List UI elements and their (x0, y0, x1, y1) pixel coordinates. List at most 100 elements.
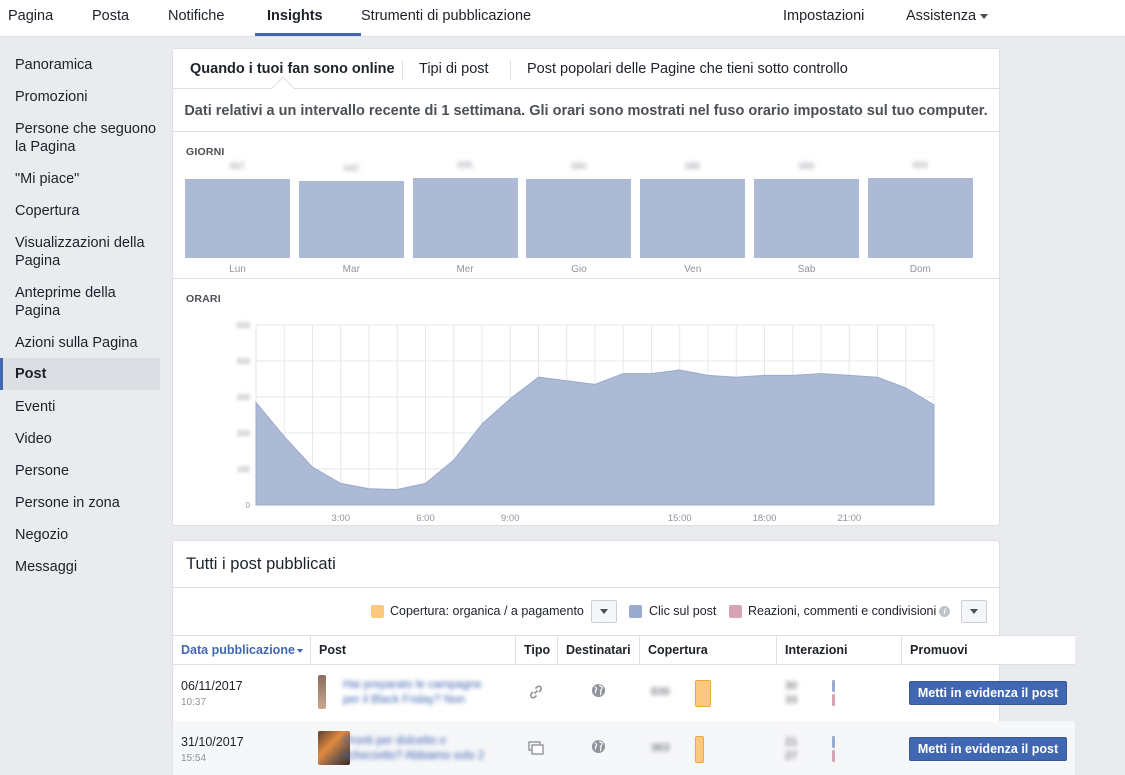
tab-separator (402, 60, 403, 80)
insights-tabs: Quando i tuoi fan sono online Tipi di po… (173, 49, 999, 100)
top-navigation: Pagina Posta Notifiche Insights Strument… (0, 0, 1125, 37)
chevron-down-icon (980, 13, 989, 19)
day-bar-mar[interactable] (298, 181, 404, 258)
reach-value: 363 (651, 742, 670, 754)
legend-swatch-clicks (629, 605, 642, 618)
boost-post-button[interactable]: Metti in evidenza il post (909, 737, 1067, 761)
nav-tab-posta[interactable]: Posta (92, 0, 129, 37)
posts-table-header: Data pubblicazione Post Tipo Destinatari… (173, 635, 1075, 665)
sidebar-item-copertura[interactable]: Copertura (0, 202, 160, 220)
boost-post-button[interactable]: Metti in evidenza il post (909, 681, 1067, 705)
sidebar-item-eventi[interactable]: Eventi (0, 398, 160, 416)
column-header-date[interactable]: Data pubblicazione (173, 636, 311, 664)
day-bar-mer[interactable] (412, 178, 518, 258)
tab-popular-posts[interactable]: Post popolari delle Pagine che tieni sot… (527, 49, 848, 89)
reactions-value: 33 (785, 694, 798, 706)
day-bar-sab[interactable] (754, 179, 859, 258)
hours-area-chart: 0 100 200 300 400 500 3:00 6:00 9:00 15:00 18:00 21… (237, 321, 935, 524)
x-tick-label: 3:00 (332, 513, 351, 524)
day-value-label: 694 (912, 160, 928, 170)
y-tick-label: 500 (237, 321, 251, 330)
day-label: Ven (684, 264, 702, 275)
column-header-post[interactable]: Post (310, 636, 516, 664)
sidebar-item-negozio[interactable]: Negozio (0, 526, 160, 544)
day-value-label: 667 (229, 161, 246, 171)
post-thumbnail[interactable] (318, 675, 326, 709)
day-value-label: 642 (343, 163, 359, 173)
y-tick-label: 0 (246, 501, 251, 510)
tab-separator (510, 60, 511, 80)
column-header-reach[interactable]: Copertura (639, 636, 777, 664)
x-tick-label: 18:00 (753, 513, 777, 524)
x-tick-label: 21:00 (837, 513, 861, 524)
post-text-link[interactable]: Pronti per dolcetto o scherzetto? Abbiam… (343, 734, 498, 764)
hours-area-series (255, 369, 935, 506)
sidebar-item-mi-piace[interactable]: "Mi piace" (0, 170, 160, 188)
sidebar-item-messaggi[interactable]: Messaggi (0, 558, 160, 576)
column-header-interactions[interactable]: Interazioni (776, 636, 902, 664)
tab-fans-online[interactable]: Quando i tuoi fan sono online (190, 49, 395, 89)
sort-down-icon (296, 648, 303, 653)
column-header-type[interactable]: Tipo (515, 636, 558, 664)
sidebar-item-azioni[interactable]: Azioni sulla Pagina (0, 334, 160, 352)
day-label: Lun (229, 264, 246, 275)
sidebar-item-persone-che-seguono[interactable]: Persone che seguono la Pagina (0, 120, 160, 156)
day-bar-dom[interactable] (867, 178, 973, 258)
reach-value: 839 (651, 686, 670, 698)
post-date: 06/11/2017 (181, 679, 243, 693)
posts-panel-title: Tutti i post pubblicati (186, 555, 336, 573)
post-text-link[interactable]: Hai preparato le campagne per il Black F… (343, 678, 498, 708)
nav-tab-pagina[interactable]: Pagina (8, 0, 53, 37)
nav-tab-insights[interactable]: Insights (267, 0, 323, 37)
sidebar-item-video[interactable]: Video (0, 430, 160, 448)
post-date: 31/10/2017 (181, 735, 244, 749)
chevron-down-icon (600, 609, 608, 614)
link-icon (530, 685, 542, 699)
day-value-label: 686 (685, 161, 701, 171)
day-value-label: 695 (457, 160, 473, 170)
sidebar-item-persone-in-zona[interactable]: Persone in zona (0, 494, 160, 512)
day-value-label: 689 (798, 161, 815, 171)
reactions-bar (832, 694, 835, 706)
sidebar-item-panoramica[interactable]: Panoramica (0, 56, 160, 74)
legend-reach: Copertura: organica / a pagamento (390, 604, 584, 618)
day-bar-gio[interactable] (526, 179, 632, 258)
y-tick-label: 400 (237, 357, 251, 366)
day-label: Mar (342, 264, 360, 275)
table-row[interactable]: 06/11/2017 10:37 Hai preparato le campag… (173, 665, 1075, 721)
nav-tab-notifiche[interactable]: Notifiche (168, 0, 224, 37)
active-tab-indicator (255, 33, 361, 36)
clicks-bar (832, 680, 835, 692)
column-header-promote: Promuovi (901, 636, 1075, 664)
sidebar-item-post[interactable]: Post (0, 358, 160, 390)
reactions-value: 27 (785, 750, 798, 762)
nav-tab-strumenti[interactable]: Strumenti di pubblicazione (361, 0, 531, 37)
sidebar-item-anteprime[interactable]: Anteprime della Pagina (0, 284, 160, 320)
day-value-label: 684 (571, 161, 587, 171)
help-menu[interactable]: Assistenza (906, 0, 989, 37)
day-label: Sab (797, 264, 816, 275)
reach-bar (695, 736, 704, 763)
day-label: Mer (456, 264, 474, 275)
table-row[interactable]: 31/10/2017 15:54 Pronti per dolcetto o s… (173, 721, 1075, 775)
settings-link[interactable]: Impostazioni (783, 0, 864, 37)
post-time: 10:37 (181, 697, 207, 708)
hours-section-label: ORARI (186, 293, 221, 305)
day-bar-lun[interactable] (185, 179, 290, 258)
tab-post-types[interactable]: Tipi di post (419, 49, 489, 89)
reach-metric-dropdown[interactable] (591, 600, 617, 623)
y-tick-label: 100 (237, 465, 251, 474)
section-divider (173, 587, 999, 588)
legend-reactions-label: Reazioni, commenti e condivisioni (748, 604, 937, 618)
sidebar-item-visualizzazioni[interactable]: Visualizzazioni della Pagina (0, 234, 160, 270)
info-icon[interactable]: i (939, 606, 951, 618)
globe-icon (591, 683, 606, 698)
sidebar-item-persone[interactable]: Persone (0, 462, 160, 480)
sidebar-item-promozioni[interactable]: Promozioni (0, 88, 160, 106)
clicks-bar (832, 736, 835, 748)
day-bar-ven[interactable] (640, 179, 746, 258)
interactions-metric-dropdown[interactable] (961, 600, 987, 623)
section-divider (173, 278, 999, 279)
column-header-audience[interactable]: Destinatari (557, 636, 640, 664)
day-label: Dom (909, 264, 931, 275)
